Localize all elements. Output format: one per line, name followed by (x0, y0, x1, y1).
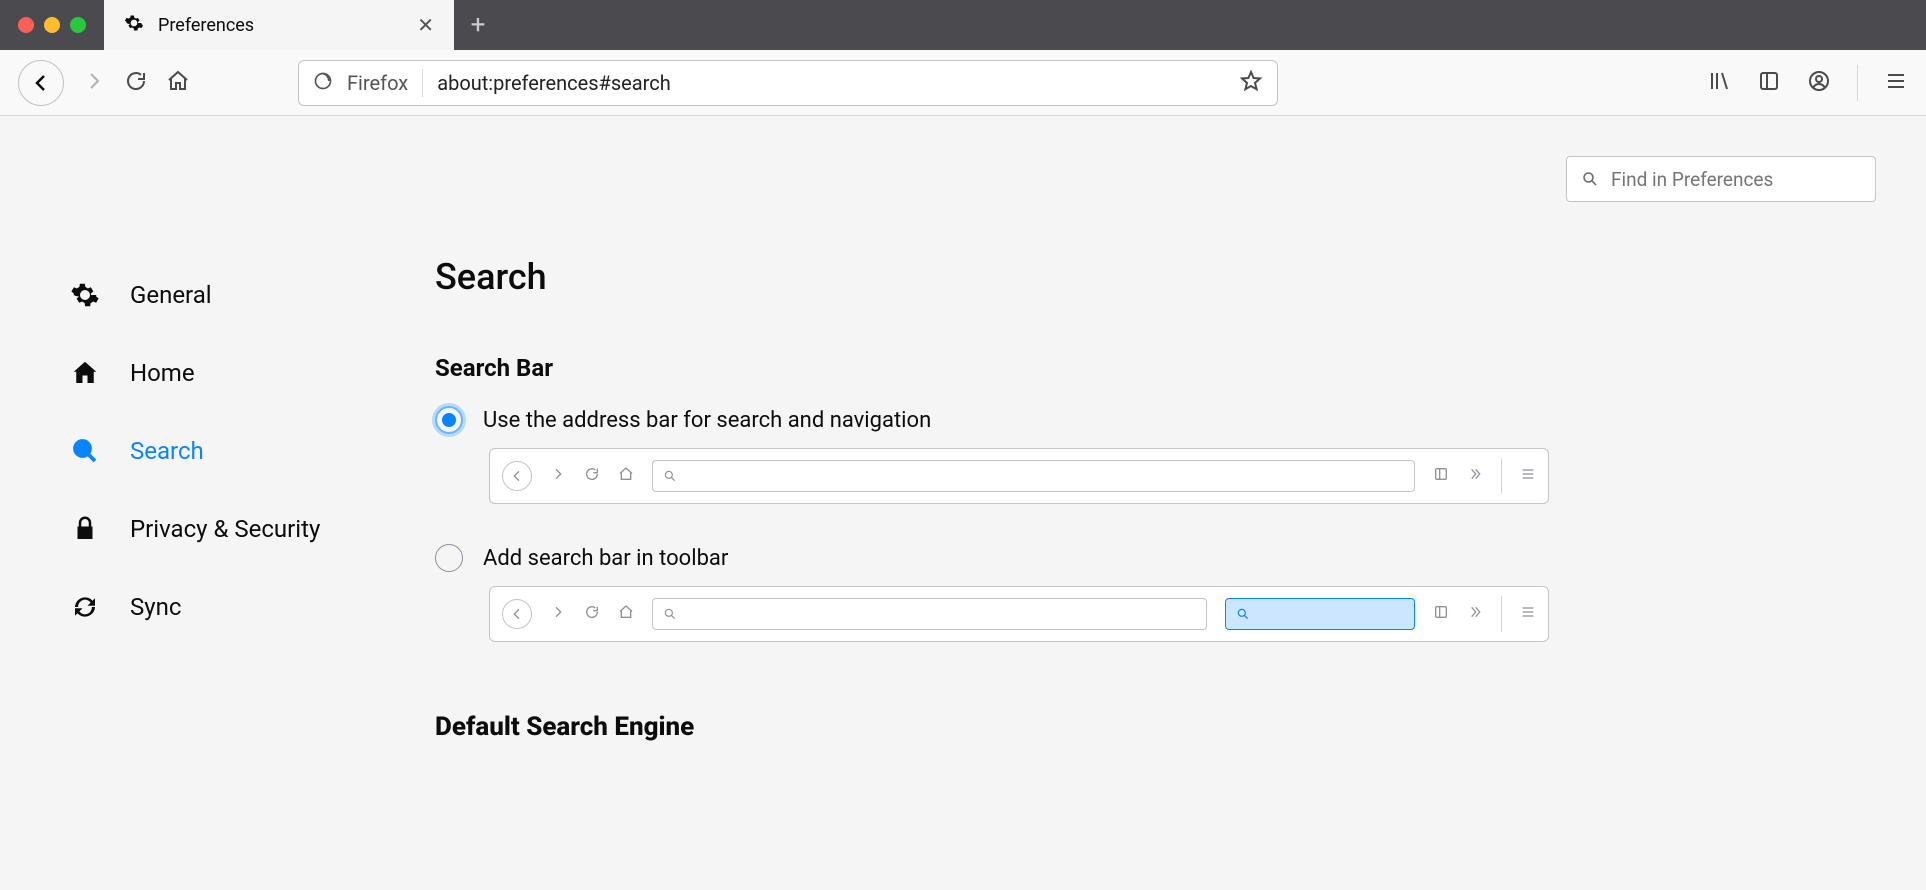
tab-close-button[interactable]: ✕ (417, 13, 434, 37)
forward-button[interactable] (82, 69, 106, 97)
preview-menu-icon (1520, 466, 1536, 486)
preview-separate-toolbar (489, 586, 1549, 642)
radio-label: Use the address bar for search and navig… (483, 408, 931, 433)
default-engine-heading: Default Search Engine (435, 712, 1876, 742)
sidebar-item-search[interactable]: Search (70, 412, 420, 490)
sidebar-item-label: Search (130, 437, 204, 465)
preview-sidebar-icon (1433, 466, 1449, 486)
home-button[interactable] (166, 69, 190, 97)
preview-menu-icon (1520, 604, 1536, 624)
preview-forward-icon (550, 604, 566, 624)
preview-overflow-icon (1467, 466, 1483, 486)
window-close-button[interactable] (18, 17, 34, 33)
radio-button-unchecked[interactable] (435, 544, 463, 572)
toolbar-separator (1857, 65, 1858, 101)
gear-icon (124, 13, 144, 37)
preview-unified-toolbar (489, 448, 1549, 504)
preview-forward-icon (550, 466, 566, 486)
sidebar-item-label: General (130, 281, 212, 309)
url-text: about:preferences#search (437, 71, 671, 95)
account-button[interactable] (1807, 69, 1831, 97)
tab-bar: Preferences ✕ + (0, 0, 1926, 50)
find-input[interactable] (1611, 168, 1861, 191)
sidebar-item-sync[interactable]: Sync (70, 568, 420, 646)
window-controls (0, 0, 104, 50)
preview-separator (1501, 458, 1502, 494)
preview-back-icon (502, 599, 532, 629)
toolbar-right-icons (1707, 65, 1908, 101)
searchbar-section-heading: Search Bar (435, 354, 1876, 382)
radio-button-checked[interactable] (435, 406, 463, 434)
preview-urlbar (652, 460, 1415, 492)
sidebar-item-home[interactable]: Home (70, 334, 420, 412)
window-zoom-button[interactable] (70, 17, 86, 33)
preview-urlbar (652, 598, 1207, 630)
url-divider (422, 69, 423, 97)
sidebar-button[interactable] (1757, 69, 1781, 97)
sidebar-item-label: Home (130, 359, 195, 387)
radio-option-unified[interactable]: Use the address bar for search and navig… (435, 406, 1876, 434)
back-button[interactable] (18, 60, 64, 106)
preview-back-icon (502, 461, 532, 491)
page-title: Search (435, 256, 1876, 298)
sidebar-item-privacy[interactable]: Privacy & Security (70, 490, 420, 568)
app-menu-button[interactable] (1884, 69, 1908, 97)
reload-button[interactable] (124, 69, 148, 97)
preview-sidebar-icon (1433, 604, 1449, 624)
preview-home-icon (618, 604, 634, 624)
find-in-preferences[interactable] (1566, 156, 1876, 202)
sidebar-item-label: Privacy & Security (130, 515, 320, 543)
preview-reload-icon (584, 604, 600, 624)
firefox-icon (313, 71, 333, 95)
url-identity-label: Firefox (347, 71, 408, 95)
new-tab-button[interactable]: + (454, 0, 502, 50)
preview-overflow-icon (1467, 604, 1483, 624)
preferences-sidebar: General Home Search Privacy & Security S… (0, 116, 420, 802)
sidebar-item-general[interactable]: General (70, 256, 420, 334)
sidebar-item-label: Sync (130, 593, 181, 621)
preview-reload-icon (584, 466, 600, 486)
url-bar[interactable]: Firefox about:preferences#search (298, 60, 1278, 106)
radio-label: Add search bar in toolbar (483, 546, 728, 571)
radio-option-separate[interactable]: Add search bar in toolbar (435, 544, 1876, 572)
preview-separator (1501, 596, 1502, 632)
library-button[interactable] (1707, 69, 1731, 97)
preferences-main: Search Search Bar Use the address bar fo… (420, 116, 1926, 802)
preview-searchbar-highlight (1225, 598, 1415, 630)
navigation-toolbar: Firefox about:preferences#search (0, 50, 1926, 116)
preview-home-icon (618, 466, 634, 486)
bookmark-star-button[interactable] (1239, 69, 1263, 97)
tab-title: Preferences (158, 15, 254, 36)
tab-preferences[interactable]: Preferences ✕ (104, 0, 454, 50)
window-minimize-button[interactable] (44, 17, 60, 33)
